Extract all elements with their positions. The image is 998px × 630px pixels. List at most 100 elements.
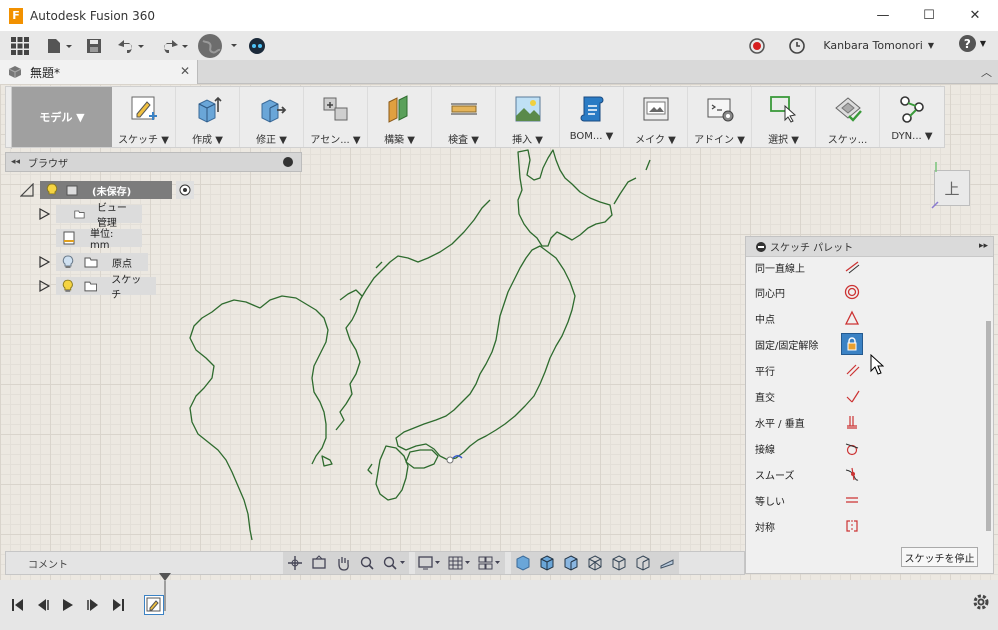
wireframe-hidden-cube-icon[interactable] bbox=[607, 552, 631, 574]
palette-item-concentric[interactable]: 同心円 bbox=[755, 280, 975, 304]
close-tab-icon[interactable]: ✕ bbox=[180, 64, 190, 78]
expand-triangle-icon[interactable] bbox=[38, 208, 50, 220]
select-icon bbox=[768, 93, 800, 125]
tree-node-units[interactable]: 単位: mm bbox=[56, 229, 142, 251]
activate-radio-icon[interactable] bbox=[176, 181, 194, 199]
units-node[interactable]: 単位: mm bbox=[56, 229, 142, 251]
palette-item-fix[interactable]: 固定/固定解除 bbox=[755, 332, 975, 356]
visible-edges-cube-icon[interactable] bbox=[631, 552, 655, 574]
expand-triangle-icon[interactable] bbox=[38, 256, 50, 268]
toolbar-group-bom[interactable]: BOM... ▼ bbox=[560, 87, 624, 147]
workspace-switcher[interactable]: モデル ▼ bbox=[12, 87, 112, 147]
document-tab[interactable]: 無題* ✕ bbox=[0, 60, 198, 84]
timeline-settings-gear-icon[interactable] bbox=[972, 593, 990, 614]
palette-item-parallel[interactable]: 平行 bbox=[755, 358, 975, 382]
toolbar-group-insert[interactable]: 挿入 ▼ bbox=[496, 87, 560, 147]
fit-zoom-icon[interactable] bbox=[379, 552, 409, 574]
zoom-icon[interactable] bbox=[355, 552, 379, 574]
construct-icon bbox=[384, 93, 416, 125]
wireframe-cube-icon[interactable] bbox=[583, 552, 607, 574]
collapse-left-icon[interactable]: ◂◂ bbox=[11, 157, 20, 167]
collapse-palette-icon[interactable] bbox=[756, 241, 766, 252]
toolbar-group-addins[interactable]: アドイン ▼ bbox=[688, 87, 752, 147]
sketch-palette-header[interactable]: スケッチ パレット ▸▸ bbox=[746, 237, 993, 257]
first-frame-icon[interactable] bbox=[5, 590, 30, 620]
stop-sketch-button[interactable]: スケッチを停止 bbox=[901, 547, 978, 567]
expand-palette-icon[interactable]: ▸▸ bbox=[979, 241, 988, 251]
palette-item-midpoint[interactable]: 中点 bbox=[755, 306, 975, 330]
toolbar-group-sketch[interactable]: スケッチ ▼ bbox=[112, 87, 176, 147]
help-menu[interactable]: ? ▼ bbox=[958, 35, 986, 52]
toolbar-group-construct[interactable]: 構築 ▼ bbox=[368, 87, 432, 147]
previous-step-icon[interactable] bbox=[30, 590, 55, 620]
last-frame-icon[interactable] bbox=[105, 590, 130, 620]
lightbulb-icon[interactable] bbox=[62, 279, 74, 293]
grid-settings-icon[interactable] bbox=[445, 552, 475, 574]
data-panel-grid-icon[interactable] bbox=[0, 31, 40, 60]
toolbar-group-inspect[interactable]: 検査 ▼ bbox=[432, 87, 496, 147]
collapse-triangle-icon[interactable] bbox=[20, 183, 34, 197]
next-step-icon[interactable] bbox=[80, 590, 105, 620]
display-settings-icon[interactable] bbox=[415, 552, 445, 574]
tree-node-origin[interactable]: 原点 bbox=[38, 253, 148, 271]
named-views-node[interactable]: ビュー管理 bbox=[56, 203, 142, 229]
environment-icon[interactable] bbox=[655, 552, 679, 574]
axis-triad-icon bbox=[931, 162, 939, 209]
toolbar-group-make[interactable]: メイク ▼ bbox=[624, 87, 688, 147]
expand-triangle-icon[interactable] bbox=[38, 280, 50, 292]
palette-item-collinear[interactable]: 同一直線上 bbox=[755, 255, 975, 279]
toolbar-group-assemble[interactable]: アセン... ▼ bbox=[304, 87, 368, 147]
extensions-icon[interactable] bbox=[242, 31, 272, 60]
play-icon[interactable] bbox=[55, 590, 80, 620]
close-button[interactable]: ✕ bbox=[952, 0, 998, 31]
palette-item-equal[interactable]: 等しい bbox=[755, 488, 975, 512]
expand-tabs-icon[interactable]: ︿ bbox=[981, 64, 992, 80]
toolbar-group-stop-sketch[interactable]: スケッ... bbox=[816, 87, 880, 147]
folder-icon bbox=[84, 257, 98, 267]
palette-item-tangent[interactable]: 接線 bbox=[755, 436, 975, 460]
origin-node[interactable]: 原点 bbox=[56, 253, 148, 271]
palette-scrollbar[interactable] bbox=[986, 321, 991, 531]
orbit-icon[interactable] bbox=[283, 552, 307, 574]
look-at-icon[interactable] bbox=[307, 552, 331, 574]
palette-item-label: 水平 / 垂直 bbox=[755, 418, 805, 430]
toolbar-group-create[interactable]: 作成 ▼ bbox=[176, 87, 240, 147]
minimize-button[interactable]: — bbox=[860, 0, 906, 31]
lightbulb-off-icon[interactable] bbox=[62, 255, 74, 269]
palette-item-horizontal-vertical[interactable]: 水平 / 垂直 bbox=[755, 410, 975, 434]
redo-icon[interactable] bbox=[152, 31, 196, 60]
equal-icon bbox=[841, 489, 863, 511]
lightbulb-icon[interactable] bbox=[46, 183, 58, 197]
tree-root[interactable]: (未保存) bbox=[20, 181, 194, 199]
toolbar-group-select[interactable]: 選択 ▼ bbox=[752, 87, 816, 147]
browser-panel-header[interactable]: ◂◂ ブラウザ bbox=[5, 152, 302, 172]
palette-item-symmetry[interactable]: 対称 bbox=[755, 514, 975, 538]
maximize-button[interactable]: ☐ bbox=[906, 0, 952, 31]
hidden-edges-cube-icon[interactable] bbox=[559, 552, 583, 574]
palette-item-smooth[interactable]: スムーズ bbox=[755, 462, 975, 486]
user-menu[interactable]: Kanbara Tomonori ▼ bbox=[823, 31, 934, 60]
root-component[interactable]: (未保存) bbox=[40, 181, 172, 199]
toolbar-group-modify[interactable]: 修正 ▼ bbox=[240, 87, 304, 147]
tree-node-sketches[interactable]: スケッチ bbox=[38, 275, 156, 301]
record-icon[interactable] bbox=[746, 31, 768, 60]
undo-icon[interactable] bbox=[108, 31, 152, 60]
viewports-icon[interactable] bbox=[475, 552, 505, 574]
shaded-edges-cube-icon[interactable] bbox=[535, 552, 559, 574]
pan-hand-icon[interactable] bbox=[331, 552, 355, 574]
save-icon[interactable] bbox=[80, 31, 108, 60]
toolbar-group-dynamo[interactable]: DYN... ▼ bbox=[880, 87, 944, 147]
comment-label[interactable]: コメント bbox=[28, 556, 283, 571]
sketch-finish-icon bbox=[832, 93, 864, 125]
window-controls: — ☐ ✕ bbox=[860, 0, 998, 31]
pin-icon[interactable] bbox=[283, 157, 293, 167]
palette-item-perpendicular[interactable]: 直交 bbox=[755, 384, 975, 408]
globe-icon[interactable] bbox=[196, 31, 242, 60]
file-menu-icon[interactable] bbox=[40, 31, 80, 60]
palette-item-label: 等しい bbox=[755, 496, 785, 508]
timeline-marker-icon[interactable] bbox=[158, 572, 172, 612]
tree-node-named-views[interactable]: ビュー管理 bbox=[38, 203, 142, 229]
sketches-node[interactable]: スケッチ bbox=[56, 275, 156, 301]
job-status-clock-icon[interactable] bbox=[786, 31, 808, 60]
shaded-cube-icon[interactable] bbox=[511, 552, 535, 574]
